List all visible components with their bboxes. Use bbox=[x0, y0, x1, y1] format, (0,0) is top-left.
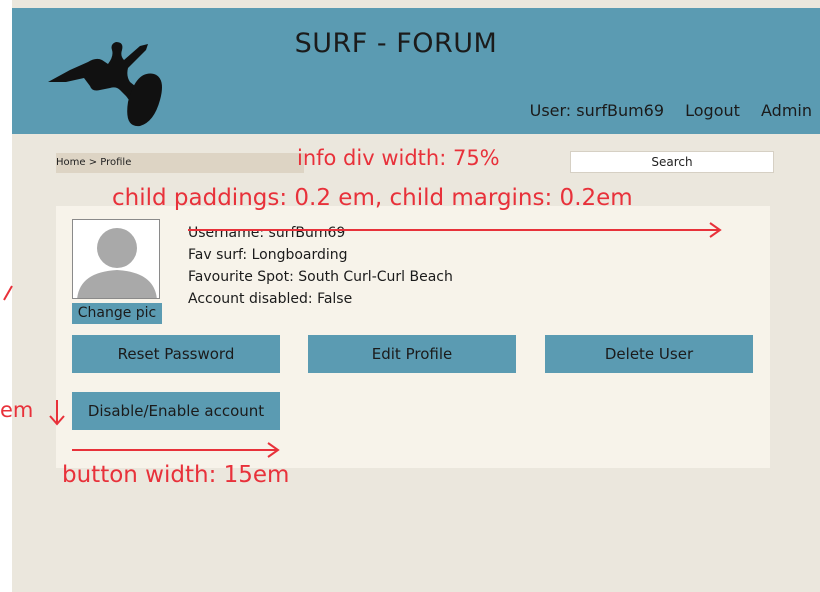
disable-enable-account-button[interactable]: Disable/Enable account bbox=[72, 392, 280, 430]
search-input[interactable]: Search bbox=[570, 151, 774, 173]
admin-link[interactable]: Admin bbox=[761, 101, 812, 120]
logout-link[interactable]: Logout bbox=[685, 101, 740, 120]
account-disabled-text: Account disabled: False bbox=[188, 291, 353, 307]
button-width-arrow-icon bbox=[72, 442, 280, 458]
spacing-arrow-icon bbox=[188, 222, 722, 238]
down-arrow-icon bbox=[49, 400, 65, 426]
user-nav: User: surfBum69 Logout Admin bbox=[514, 101, 812, 120]
breadcrumb[interactable]: Home > Profile bbox=[56, 153, 304, 173]
annotation-button-width: button width: 15em bbox=[62, 462, 290, 488]
favourite-spot-text: Favourite Spot: South Curl-Curl Beach bbox=[188, 269, 453, 285]
fav-surf-text: Fav surf: Longboarding bbox=[188, 247, 348, 263]
user-silhouette-icon bbox=[77, 228, 157, 298]
avatar bbox=[72, 219, 160, 299]
annotation-em-fragment: em bbox=[0, 398, 34, 422]
edit-profile-button[interactable]: Edit Profile bbox=[308, 335, 516, 373]
current-user-link[interactable]: User: surfBum69 bbox=[530, 101, 664, 120]
delete-user-button[interactable]: Delete User bbox=[545, 335, 753, 373]
site-header: SURF - FORUM User: surfBum69 Logout Admi… bbox=[12, 8, 820, 134]
annotation-child-spacing: child paddings: 0.2 em, child margins: 0… bbox=[112, 185, 633, 211]
reset-password-button[interactable]: Reset Password bbox=[72, 335, 280, 373]
change-pic-button[interactable]: Change pic bbox=[72, 303, 162, 324]
site-title: SURF - FORUM bbox=[294, 28, 498, 59]
annotation-fragment-mark bbox=[3, 285, 13, 301]
annotation-info-div-width: info div width: 75% bbox=[297, 146, 500, 170]
